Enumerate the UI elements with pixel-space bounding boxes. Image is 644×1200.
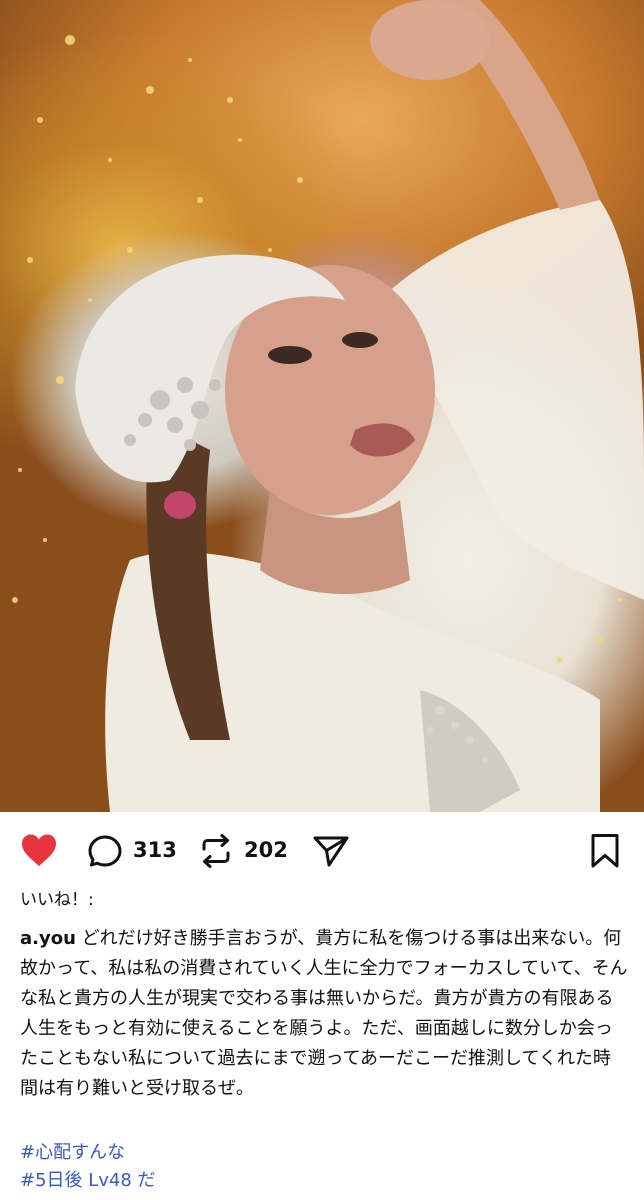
likes-label: いいね！: — [20, 890, 94, 910]
hashtag-link[interactable]: #5日後 Lv48 だ — [20, 1167, 156, 1195]
post-action-bar — [0, 812, 644, 890]
heart-icon[interactable] — [20, 833, 58, 871]
send-icon[interactable] — [312, 834, 350, 872]
caption-text: どれだけ好き勝手言おうが、貴方に私を傷つける事は出来ない。何故かって、私は私の消… — [20, 928, 628, 1099]
bookmark-icon[interactable] — [590, 833, 620, 873]
comment-bubble-icon[interactable] — [87, 834, 123, 872]
comment-count: 313 — [133, 838, 177, 862]
hashtag-link[interactable]: #心配すんな — [20, 1139, 125, 1167]
repost-icon[interactable] — [198, 833, 234, 873]
repost-count: 202 — [244, 838, 288, 862]
photo-illustration — [12, 0, 644, 812]
post-caption: a.you どれだけ好き勝手言おうが、貴方に私を傷つける事は出来ない。何故かって… — [20, 924, 628, 1104]
caption-username[interactable]: a.you — [20, 928, 76, 949]
post-photo[interactable] — [0, 0, 644, 812]
